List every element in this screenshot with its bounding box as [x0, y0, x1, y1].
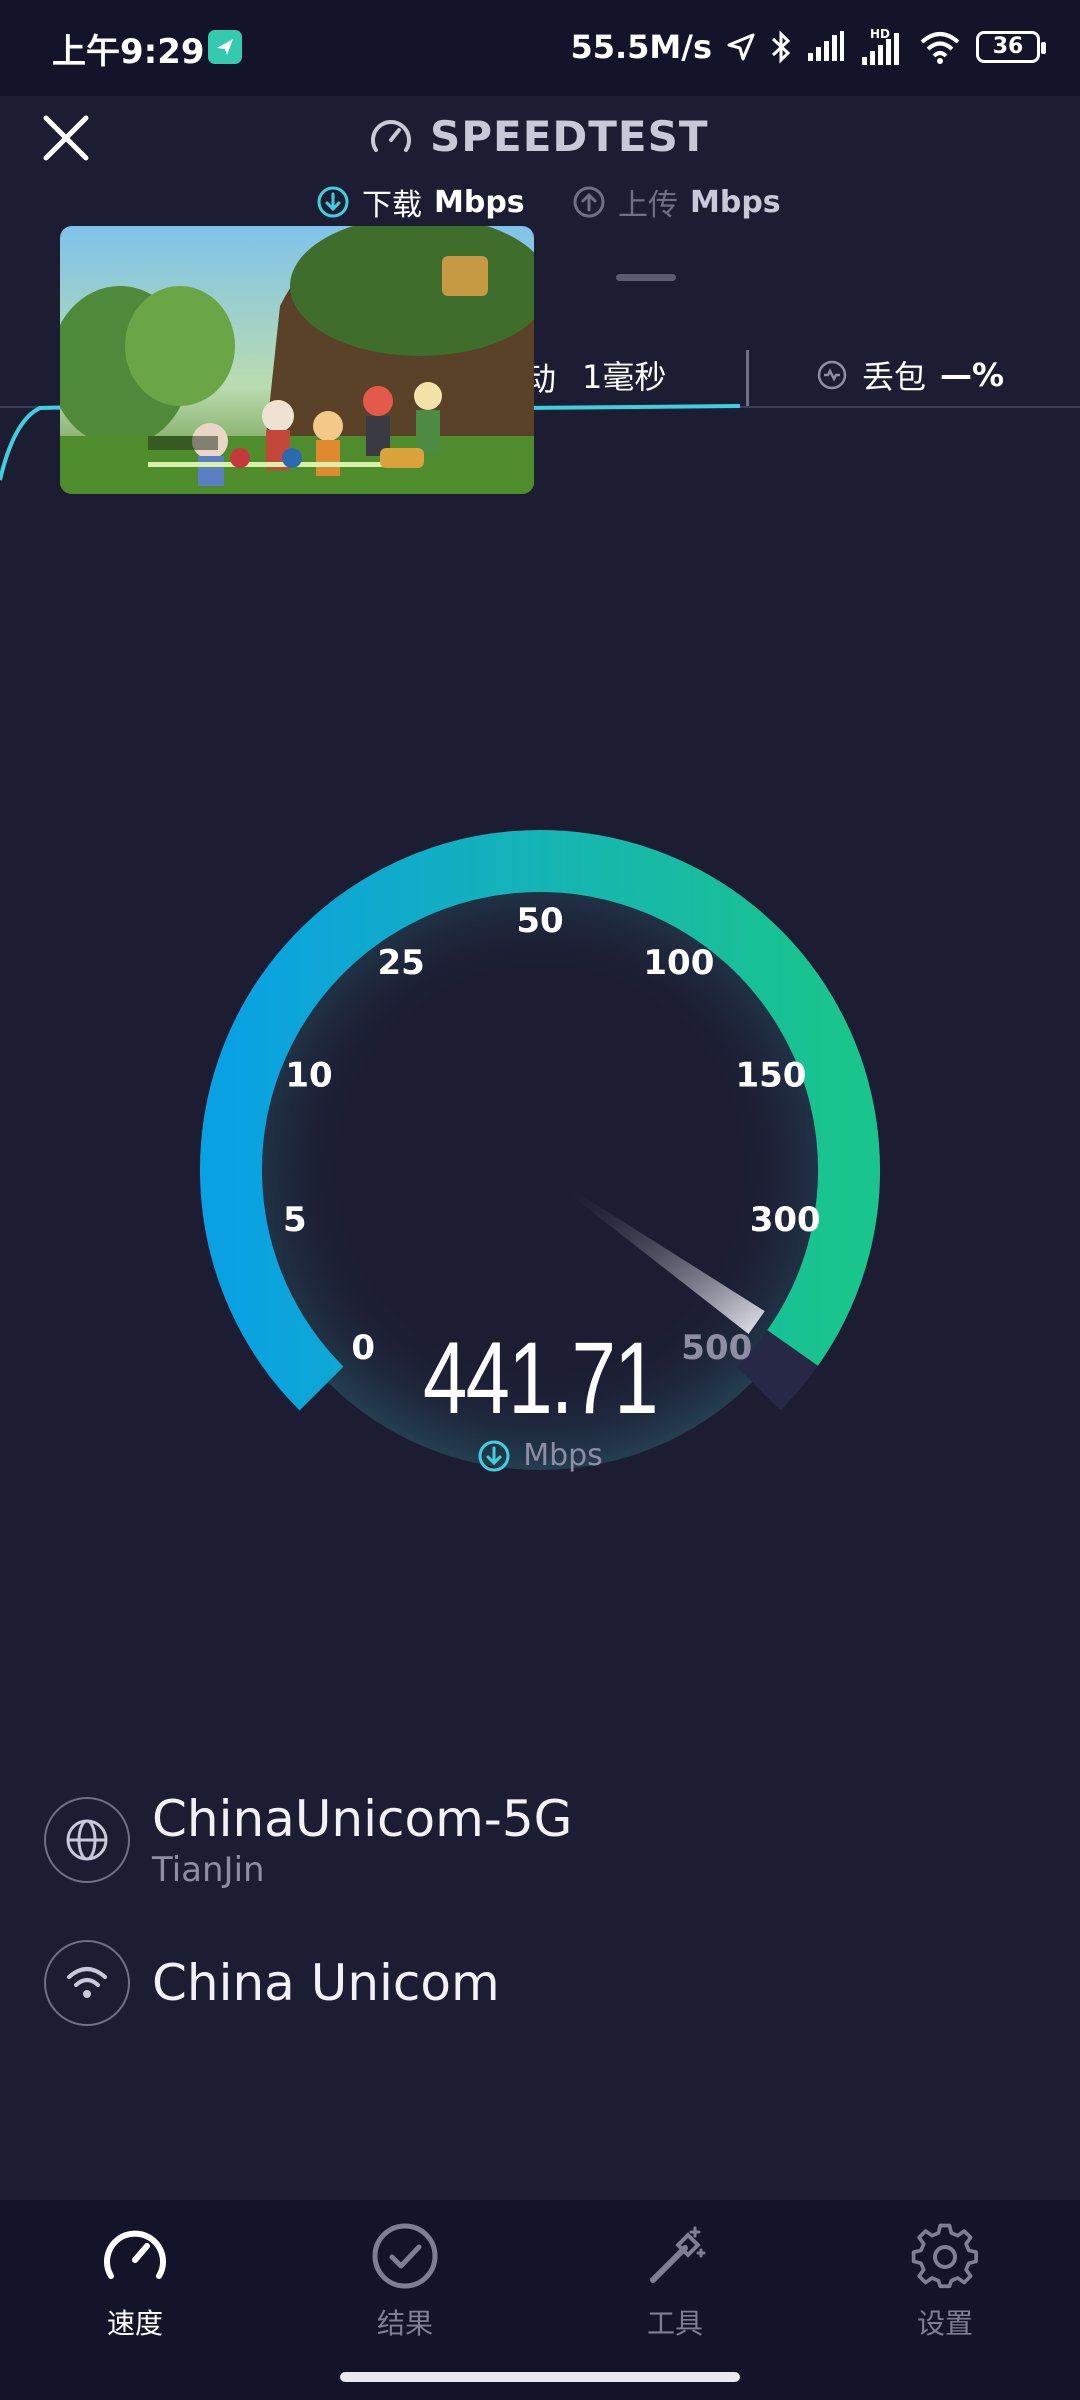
home-indicator[interactable] [340, 2372, 740, 2382]
app-title: SPEEDTEST [430, 112, 709, 161]
svg-text:HD: HD [870, 27, 890, 41]
floating-video-thumbnail[interactable] [60, 226, 534, 494]
close-icon [43, 115, 89, 161]
download-unit: Mbps [434, 184, 525, 220]
status-time: 上午9:29 [52, 32, 205, 72]
upload-unit: Mbps [690, 184, 781, 220]
gear-icon [911, 2223, 979, 2289]
gauge-tick-label: 25 [377, 943, 424, 983]
metric-tabs: 下载 Mbps 上传 Mbps [0, 180, 1080, 224]
packet-loss: 丢包 —% [816, 352, 1004, 398]
gauge-tick-label: 50 [516, 901, 563, 941]
speedometer-logo-icon [371, 119, 411, 152]
nav-settings[interactable]: 设置 [865, 2220, 1025, 2342]
gauge-tick-label: 300 [750, 1200, 821, 1240]
gauge-tick-label: 10 [285, 1055, 332, 1095]
magic-wand-icon [650, 2226, 706, 2283]
provider-wifi-badge [44, 1940, 130, 2026]
server-info[interactable]: ChinaUnicom-5G TianJin [44, 1790, 572, 1890]
download-arrow-icon [478, 1440, 510, 1471]
drag-handle[interactable] [616, 274, 676, 281]
gauge-tick-label: 5 [283, 1200, 307, 1240]
speed-unit: Mbps [523, 1438, 603, 1473]
wifi-icon [67, 1967, 107, 1998]
nav-tools[interactable]: 工具 [595, 2220, 755, 2342]
globe-icon [66, 1819, 108, 1861]
tab-upload[interactable]: 上传 Mbps [572, 180, 781, 224]
packet-loss-value: —% [940, 356, 1005, 394]
signal-bars-hd-icon: HD [862, 27, 899, 65]
nav-settings-label: 设置 [916, 2307, 973, 2340]
server-globe-badge [44, 1797, 130, 1883]
nav-speed[interactable]: 速度 [55, 2220, 215, 2342]
location-arrow-icon [727, 33, 755, 61]
gauge-tick-label: 150 [735, 1055, 806, 1095]
nav-results-label: 结果 [376, 2307, 433, 2340]
upload-arrow-icon [573, 186, 605, 218]
send-notification-icon [208, 30, 242, 64]
bluetooth-icon [771, 30, 791, 64]
speed-readout: 441.71 [0, 1320, 1080, 1437]
check-circle-icon [372, 2223, 438, 2289]
speed-value: 441.71 [422, 1321, 659, 1435]
nav-tools-label: 工具 [646, 2307, 703, 2340]
nav-results[interactable]: 结果 [325, 2220, 485, 2342]
game-scene-image [60, 226, 534, 494]
server-location: TianJin [152, 1850, 265, 1890]
status-right-group: 55.5M/s HD 36 [570, 22, 1046, 72]
close-button[interactable] [36, 108, 96, 168]
network-speed: 55.5M/s [570, 28, 712, 66]
server-name: ChinaUnicom-5G [152, 1790, 573, 1848]
tab-download[interactable]: 下载 Mbps [316, 180, 525, 224]
upload-label: 上传 [618, 188, 678, 223]
download-label: 下载 [362, 188, 422, 223]
status-bar: 上午9:29 55.5M/s HD 36 [0, 0, 1080, 96]
wifi-icon [920, 32, 960, 64]
download-arrow-icon [317, 186, 349, 218]
battery-indicator: 36 [976, 31, 1046, 63]
provider-info: China Unicom [44, 1940, 500, 2026]
packet-loss-label: 丢包 [862, 358, 927, 396]
bottom-navigation: 速度 结果 工具 设置 [0, 2200, 1080, 2400]
packet-loss-icon [817, 360, 847, 390]
signal-bars-icon [808, 31, 844, 61]
provider-name: China Unicom [152, 1954, 500, 2012]
brand-header: SPEEDTEST [368, 112, 709, 161]
speed-unit-row: Mbps [0, 1438, 1080, 1473]
nav-speed-label: 速度 [106, 2307, 163, 2340]
gauge-tick-label: 100 [643, 943, 714, 983]
speedometer-icon [104, 2230, 166, 2279]
